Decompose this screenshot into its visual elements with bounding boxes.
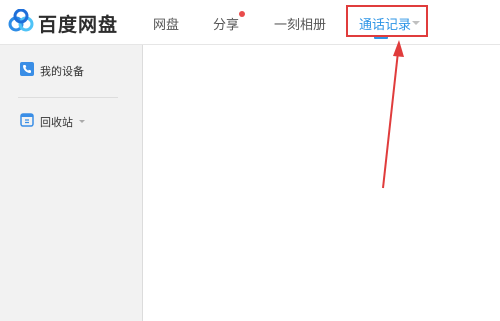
annotation-highlight-box <box>346 5 428 37</box>
main-content-area <box>143 45 500 321</box>
sidebar-item-label: 我的设备 <box>40 65 84 78</box>
sidebar-divider <box>18 97 118 98</box>
nav-tab-netdisk[interactable]: 网盘 <box>153 14 179 33</box>
chevron-down-icon[interactable] <box>79 120 85 123</box>
nav-tab-photo-album[interactable]: 一刻相册 <box>274 14 326 33</box>
sidebar: 我的设备 回收站 <box>0 45 143 321</box>
recycle-bin-icon <box>20 113 34 127</box>
notification-dot <box>239 11 245 17</box>
sidebar-item-label: 回收站 <box>40 116 73 129</box>
top-nav-bar: 百度网盘 网盘 分享 一刻相册 通话记录 <box>0 0 500 45</box>
nav-tab-share[interactable]: 分享 <box>213 14 239 33</box>
baidu-netdisk-logo[interactable] <box>8 9 34 33</box>
phone-icon <box>20 62 34 76</box>
brand-name[interactable]: 百度网盘 <box>38 10 118 37</box>
